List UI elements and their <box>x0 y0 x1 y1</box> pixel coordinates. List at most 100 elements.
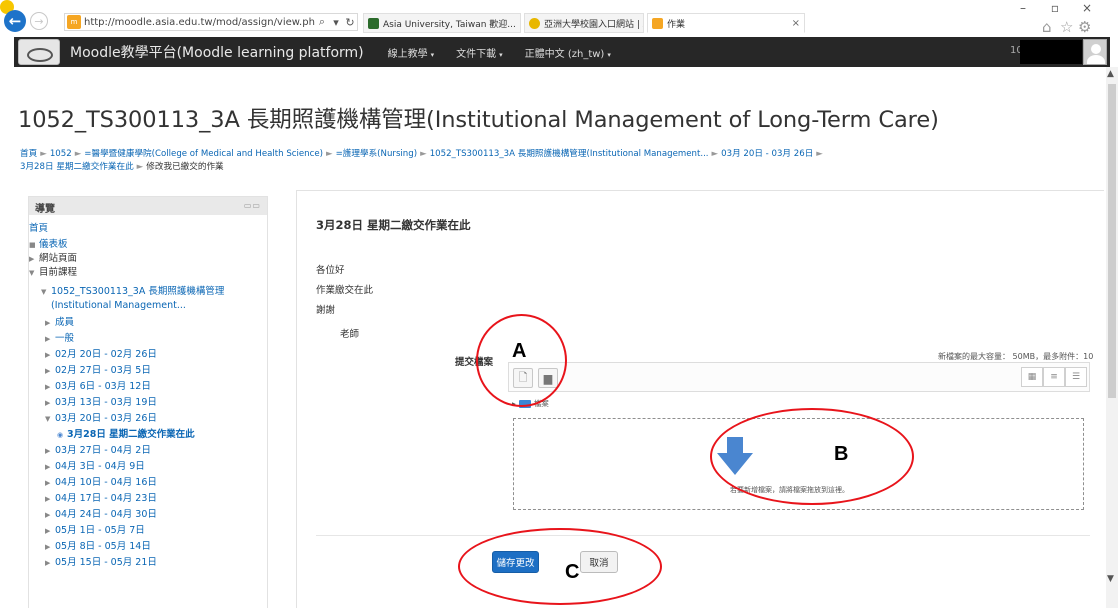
nav-item-week[interactable]: ▶ 03月 27日 - 04月 2日 <box>45 445 151 457</box>
expand-icon: ▶ <box>45 479 51 487</box>
breadcrumb-separator-icon: ► <box>326 149 333 159</box>
search-icon[interactable]: ⌕ <box>315 15 329 29</box>
nav-item-week[interactable]: ▶ 05月 1日 - 05月 7日 <box>45 525 145 537</box>
breadcrumb-item[interactable]: =醫學暨健康學院(College of Medical and Health S… <box>84 149 323 159</box>
scroll-down-icon[interactable]: ▼ <box>1107 574 1114 584</box>
nav-item-week[interactable]: ▶ 04月 10日 - 04月 16日 <box>45 477 157 489</box>
view-list-button[interactable]: ≡ <box>1043 367 1065 387</box>
tab-label: 亞洲大學校園入口網站 | Asia ... <box>544 19 643 30</box>
favorites-star-icon[interactable]: ☆ <box>1060 18 1073 36</box>
avatar[interactable] <box>1083 39 1107 65</box>
annotation-label-b: B <box>834 443 849 465</box>
gear-icon[interactable]: ⚙ <box>1078 18 1091 36</box>
moodle-logo[interactable] <box>18 39 60 65</box>
moodle-favicon-icon: m <box>67 15 81 29</box>
home-icon[interactable]: ⌂ <box>1042 18 1052 36</box>
redaction-box <box>1020 40 1082 64</box>
intro-signature: 老師 <box>340 329 360 340</box>
breadcrumb-item[interactable]: 03月 20日 - 03月 26日 <box>721 149 813 159</box>
divider <box>316 535 1090 536</box>
expand-icon: ▶ <box>45 463 51 471</box>
breadcrumb: 首頁 ► 1052 ► =醫學暨健康學院(College of Medical and … <box>20 148 1080 174</box>
main-region <box>296 190 1104 608</box>
browser-window: ← → m http://moodle.asia.edu.tw/mod/assi… <box>0 0 1118 608</box>
nav-item-week[interactable]: ▶ 03月 6日 - 03月 12日 <box>45 381 151 393</box>
breadcrumb-item[interactable]: 1052_TS300113_3A 長期照護機構管理(Institutional … <box>430 149 709 159</box>
nav-item-week[interactable]: ▶ 02月 20日 - 02月 26日 <box>45 349 157 361</box>
nav-item-course[interactable]: ▼ 1052_TS300113_3A 長期照護機構管理 <box>41 286 224 298</box>
address-url[interactable]: http://moodle.asia.edu.tw/mod/assign/vie… <box>84 17 315 28</box>
intro-line: 各位好 <box>316 265 345 276</box>
nav-item-week[interactable]: ▶ 02月 27日 - 03月 5日 <box>45 365 151 377</box>
grid-icon: ▦ <box>1027 372 1037 382</box>
arrow-right-icon: → <box>34 14 44 28</box>
navigation-block: 導覽 ▭▭ 首頁 ■ 儀表板 ▶ 網站頁面 ▼ 目前課程 ▼ 1052_TS300113… <box>28 196 268 608</box>
nav-item-dashboard[interactable]: ■ 儀表板 <box>29 239 68 251</box>
menu-language[interactable]: 正體中文 (zh_tw) ▾ <box>525 45 611 60</box>
address-bar[interactable]: m http://moodle.asia.edu.tw/mod/assign/v… <box>64 13 358 31</box>
filepicker-toolbar: 🗋 ▆ ▦ ≡ ☰ <box>508 362 1090 392</box>
breadcrumb-separator-icon: ► <box>136 162 144 172</box>
close-window-button[interactable]: × <box>1074 0 1100 16</box>
forward-button[interactable]: → <box>30 12 48 30</box>
site-brand[interactable]: Moodle教學平台(Moodle learning platform) <box>70 42 364 62</box>
nav-item-participants[interactable]: ▶ 成員 <box>45 317 74 329</box>
nav-item-assignment[interactable]: ◉ 3月28日 星期二繳交作業在此 <box>57 429 195 441</box>
nav-item-week[interactable]: ▶ 04月 17日 - 04月 23日 <box>45 493 157 505</box>
scrollbar-thumb[interactable] <box>1108 84 1116 398</box>
nav-item-course-cont[interactable]: (Institutional Management... <box>51 300 186 312</box>
breadcrumb-separator-icon: ► <box>711 149 719 159</box>
navigation-block-title: 導覽 <box>35 204 55 215</box>
tree-icon: ☰ <box>1071 372 1081 382</box>
tab-campus-portal[interactable]: 亞洲大學校園入口網站 | Asia ... <box>524 13 644 33</box>
site-favicon-icon <box>368 17 379 29</box>
expand-icon: ▶ <box>45 527 51 535</box>
nav-item-week-expanded[interactable]: ▼ 03月 20日 - 03月 26日 <box>45 413 157 425</box>
expand-icon: ▶ <box>45 559 51 567</box>
assignment-title: 3月28日 星期二繳交作業在此 <box>316 218 471 232</box>
list-icon: ≡ <box>1050 372 1058 382</box>
browser-toolbar: ← → m http://moodle.asia.edu.tw/mod/assi… <box>0 0 1118 37</box>
menu-file-download[interactable]: 文件下載 ▾ <box>456 45 503 60</box>
annotation-label-c: C <box>565 561 580 583</box>
expand-icon: ▶ <box>45 335 51 343</box>
moodle-navbar: Moodle教學平台(Moodle learning platform) 線上教… <box>14 37 1116 67</box>
expand-icon: ▶ <box>45 511 51 519</box>
nav-item-general[interactable]: ▶ 一般 <box>45 333 74 345</box>
close-tab-icon[interactable]: × <box>792 18 800 29</box>
expand-icon: ▶ <box>45 351 51 359</box>
maximize-button[interactable]: ▫ <box>1042 0 1068 16</box>
nav-item-week[interactable]: ▶ 05月 8日 - 05月 14日 <box>45 541 151 553</box>
menu-online-teaching[interactable]: 線上教學 ▾ <box>388 45 435 60</box>
breadcrumb-item[interactable]: =護理學系(Nursing) <box>336 149 417 159</box>
nav-item-week[interactable]: ▶ 03月 13日 - 03月 19日 <box>45 397 157 409</box>
view-tree-button[interactable]: ☰ <box>1065 367 1087 387</box>
refresh-icon[interactable]: ↻ <box>343 16 357 29</box>
annotation-circle-b <box>710 408 914 505</box>
intro-line: 謝謝 <box>316 305 336 316</box>
breadcrumb-item[interactable]: 3月28日 星期二繳交作業在此 <box>20 162 134 172</box>
scroll-up-icon[interactable]: ▲ <box>1107 69 1114 79</box>
breadcrumb-item[interactable]: 1052 <box>50 149 72 159</box>
nav-item-week[interactable]: ▶ 04月 24日 - 04月 30日 <box>45 509 157 521</box>
breadcrumb-item[interactable]: 首頁 <box>20 149 37 159</box>
view-icons-button[interactable]: ▦ <box>1021 367 1043 387</box>
navigation-block-header: 導覽 ▭▭ <box>29 197 267 215</box>
nav-item-home[interactable]: 首頁 <box>29 223 48 235</box>
collapse-icon: ▼ <box>41 288 47 296</box>
nav-item-site-pages[interactable]: ▶ 網站頁面 <box>29 253 77 265</box>
nav-item-week[interactable]: ▶ 04月 3日 - 04月 9日 <box>45 461 145 473</box>
block-dock-icon[interactable]: ▭▭ <box>244 201 261 210</box>
caret-down-icon: ▾ <box>430 50 435 59</box>
nav-item-current-course[interactable]: ▼ 目前課程 <box>29 267 77 279</box>
dropdown-icon[interactable]: ▾ <box>329 16 343 29</box>
minimize-button[interactable]: – <box>1010 0 1036 16</box>
expand-icon: ▶ <box>29 255 35 263</box>
tab-asia-university[interactable]: Asia University, Taiwan 歡迎... <box>363 13 521 33</box>
collapse-icon: ▼ <box>29 269 35 277</box>
nav-item-week[interactable]: ▶ 05月 15日 - 05月 21日 <box>45 557 157 569</box>
tab-assignment[interactable]: 作業 × <box>647 13 805 33</box>
user-menu-caret-icon[interactable]: ▼ <box>1110 45 1116 54</box>
annotation-circle-c <box>458 528 662 605</box>
back-button[interactable]: ← <box>4 10 26 32</box>
